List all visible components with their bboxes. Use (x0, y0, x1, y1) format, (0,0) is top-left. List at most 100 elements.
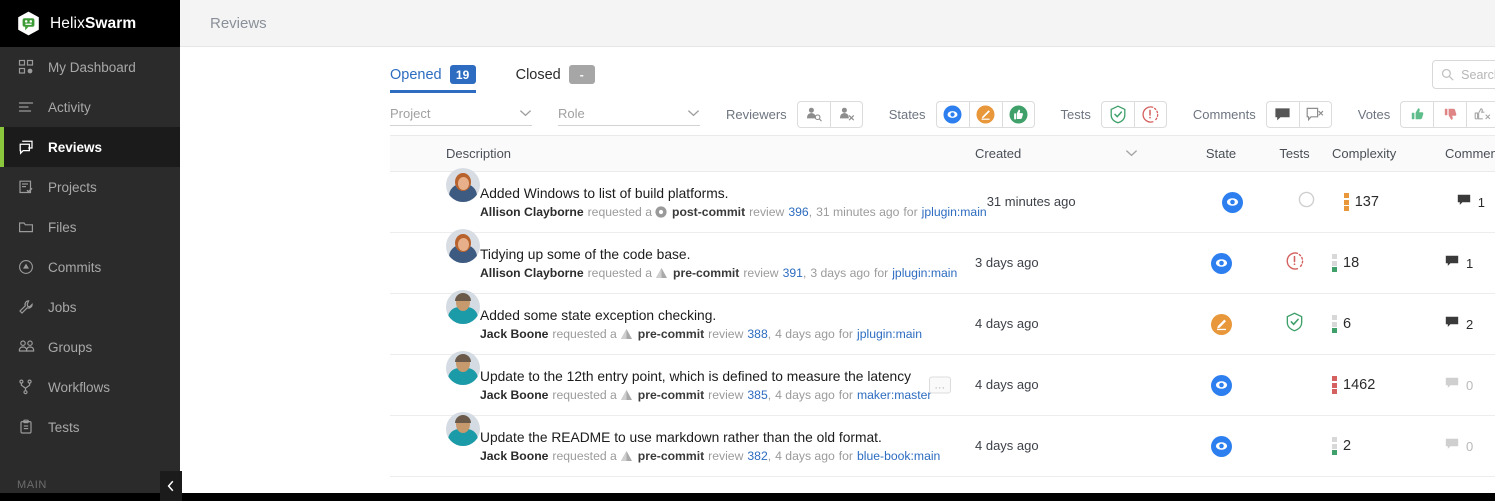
review-description-cell[interactable]: Update to the 12th entry point, which is… (390, 351, 975, 402)
table-row[interactable]: Update the README to use markdown rather… (390, 412, 1495, 477)
review-author[interactable]: Jack Boone (480, 327, 548, 341)
sidebar-collapse-button[interactable] (160, 471, 182, 501)
eye-review-icon[interactable] (1210, 435, 1232, 457)
column-header-tests[interactable]: Tests (1257, 146, 1332, 161)
review-id-link[interactable]: 388 (747, 327, 767, 341)
review-description-cell[interactable]: Added some state exception checking. Jac… (390, 290, 975, 341)
column-header-created[interactable]: Created (975, 146, 1125, 161)
tab-opened[interactable]: Opened 19 (390, 65, 476, 93)
test-fail-icon[interactable] (1133, 100, 1167, 128)
eye-review-icon[interactable] (1210, 252, 1232, 274)
pencil-review-icon[interactable] (1210, 313, 1232, 335)
sidebar-item-projects[interactable]: Projects (0, 167, 180, 207)
sidebar-item-activity[interactable]: Activity (0, 87, 180, 127)
column-header-state[interactable]: State (1185, 146, 1257, 161)
eye-review-icon[interactable] (935, 100, 969, 128)
review-description-cell[interactable]: Tidying up some of the code base. Alliso… (390, 229, 975, 280)
review-state-cell (1197, 191, 1269, 213)
sidebar-item-workflows[interactable]: Workflows (0, 367, 180, 407)
app-root: HelixSwarm My Dashboard Activity Reviews… (0, 0, 1495, 501)
review-meta: Jack Boone requested a pre-commit review… (480, 449, 940, 463)
review-tests-cell (1257, 251, 1332, 276)
no-vote-icon[interactable] (1466, 100, 1495, 128)
review-comments-cell: 1 (1445, 254, 1495, 272)
pre-commit-icon (620, 450, 633, 462)
role-filter-select[interactable]: Role (558, 102, 700, 126)
table-row[interactable]: Added some state exception checking. Jac… (390, 290, 1495, 355)
expand-description-button[interactable]: ... (929, 376, 951, 394)
eye-review-icon[interactable] (1222, 191, 1244, 213)
branch-link[interactable]: maker:master (857, 388, 932, 402)
sidebar-item-reviews[interactable]: Reviews (0, 127, 180, 167)
review-title[interactable]: Update to the 12th entry point, which is… (480, 369, 932, 384)
review-id-link[interactable]: 396 (788, 205, 808, 219)
branch-link[interactable]: jplugin:main (857, 327, 922, 341)
review-author[interactable]: Allison Clayborne (480, 266, 584, 280)
for-word: for (903, 204, 918, 219)
sidebar-item-files[interactable]: Files (0, 207, 180, 247)
review-state-cell (1185, 252, 1257, 274)
column-header-description[interactable]: Description (390, 146, 975, 161)
review-author[interactable]: Jack Boone (480, 388, 548, 402)
review-description-cell[interactable]: Update the README to use markdown rather… (390, 412, 975, 463)
review-id-link[interactable]: 382 (747, 449, 767, 463)
thumbs-up-icon[interactable] (1400, 100, 1434, 128)
review-author[interactable]: Allison Clayborne (480, 205, 584, 219)
branch-link[interactable]: jplugin:main (922, 205, 987, 219)
sidebar-item-groups[interactable]: Groups (0, 327, 180, 367)
states-filter-label: States (888, 106, 926, 122)
requested-text: requested a (552, 387, 617, 402)
complexity-value: 18 (1343, 255, 1360, 271)
table-row[interactable]: Update to the 12th entry point, which is… (390, 351, 1495, 416)
bottom-edge (0, 493, 1495, 501)
for-word: for (873, 265, 889, 280)
test-pass-icon[interactable] (1285, 312, 1304, 337)
column-header-comments[interactable]: Comments (1445, 146, 1495, 161)
chevron-left-icon (167, 480, 174, 492)
sidebar-item-jobs[interactable]: Jobs (0, 287, 180, 327)
tab-closed[interactable]: Closed - (516, 65, 595, 93)
tab-opened-count: 19 (449, 65, 476, 84)
eye-review-icon[interactable] (1210, 374, 1232, 396)
table-row[interactable]: Added Windows to list of build platforms… (390, 168, 1495, 233)
votes-filter-group (1400, 100, 1495, 128)
complexity-bars-icon (1332, 254, 1337, 272)
review-tests-cell (1257, 312, 1332, 337)
user-remove-icon[interactable] (829, 100, 863, 128)
sidebar-item-commits[interactable]: Commits (0, 247, 180, 287)
comment-none-icon[interactable] (1298, 100, 1332, 128)
dashboard-icon (17, 58, 35, 76)
comma: , (767, 448, 772, 463)
review-author[interactable]: Jack Boone (480, 449, 548, 463)
sidebar-item-tests[interactable]: Tests (0, 407, 180, 447)
branch-link[interactable]: jplugin:main (892, 266, 957, 280)
user-search-icon[interactable] (796, 100, 830, 128)
review-id-link[interactable]: 391 (783, 266, 803, 280)
review-title[interactable]: Tidying up some of the code base. (480, 247, 957, 262)
column-header-complexity[interactable]: Complexity (1332, 146, 1445, 161)
branch-link[interactable]: blue-book:main (857, 449, 940, 463)
test-fail-icon[interactable] (1285, 251, 1304, 276)
comments-count: 1 (1477, 194, 1485, 210)
brand-logo-area[interactable]: HelixSwarm (0, 0, 180, 47)
thumbs-down-icon[interactable] (1433, 100, 1467, 128)
brand-light: Helix (50, 14, 85, 32)
review-description-cell[interactable]: Added Windows to list of build platforms… (390, 168, 987, 219)
review-created-cell: 4 days ago (975, 315, 1125, 333)
comment-filled-icon[interactable] (1265, 100, 1299, 128)
project-filter-select[interactable]: Project (390, 102, 532, 126)
review-title[interactable]: Added some state exception checking. (480, 308, 922, 323)
review-id-link[interactable]: 385 (747, 388, 767, 402)
review-comments-cell: 0 (1445, 437, 1495, 455)
thumbsup-review-icon[interactable] (1001, 100, 1035, 128)
test-pass-icon[interactable] (1100, 100, 1134, 128)
review-title[interactable]: Added Windows to list of build platforms… (480, 186, 987, 201)
search-placeholder: Search for a review (1461, 67, 1495, 82)
table-row[interactable]: Tidying up some of the code base. Alliso… (390, 229, 1495, 294)
review-title[interactable]: Update the README to use markdown rather… (480, 430, 940, 445)
sort-chevron-down-icon[interactable] (1125, 148, 1185, 160)
sidebar-item-my-dashboard[interactable]: My Dashboard (0, 47, 180, 87)
complexity-value: 2 (1343, 438, 1352, 454)
pencil-review-icon[interactable] (968, 100, 1002, 128)
search-input[interactable]: Search for a review (1432, 60, 1495, 89)
